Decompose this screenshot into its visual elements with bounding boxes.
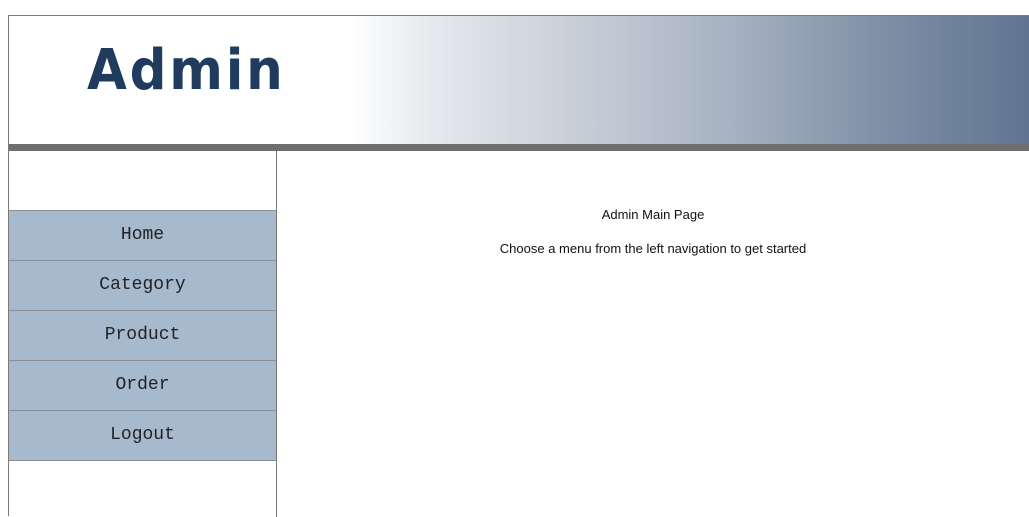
nav-item-category[interactable]: Category (9, 260, 276, 310)
page-frame: Admin Home Category Product Order Logout… (8, 15, 1029, 517)
nav-item-product[interactable]: Product (9, 310, 276, 360)
admin-logo: Admin (87, 38, 286, 103)
main-content: Admin Main Page Choose a menu from the l… (277, 151, 1029, 517)
left-navigation: Home Category Product Order Logout (9, 151, 277, 517)
page-instructions: Choose a menu from the left navigation t… (499, 241, 807, 256)
header-divider (9, 144, 1029, 151)
page-title: Admin Main Page (601, 207, 705, 222)
nav-item-logout[interactable]: Logout (9, 410, 276, 461)
header-banner: Admin (9, 16, 1029, 144)
nav-item-order[interactable]: Order (9, 360, 276, 410)
